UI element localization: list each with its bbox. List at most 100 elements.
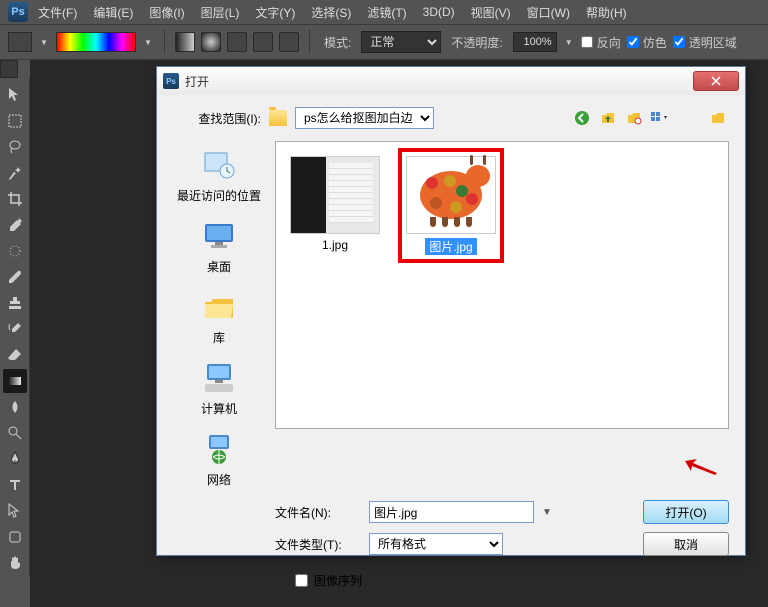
menu-3d[interactable]: 3D(D) (417, 3, 461, 21)
stamp-tool-icon[interactable] (3, 291, 27, 315)
gradient-radial-icon[interactable] (201, 32, 221, 52)
lasso-tool-icon[interactable] (3, 135, 27, 159)
cow-illustration (420, 171, 482, 219)
gradient-diamond-icon[interactable] (279, 32, 299, 52)
dodge-tool-icon[interactable] (3, 421, 27, 445)
dialog-titlebar[interactable]: Ps 打开 (157, 67, 745, 95)
menubar: Ps 文件(F) 编辑(E) 图像(I) 图层(L) 文字(Y) 选择(S) 滤… (0, 0, 768, 24)
toolbar (0, 78, 30, 576)
desktop-icon (199, 218, 239, 254)
view-icon (650, 110, 670, 126)
wand-tool-icon[interactable] (3, 161, 27, 185)
dropdown-icon[interactable]: ▼ (142, 36, 154, 48)
blur-tool-icon[interactable] (3, 395, 27, 419)
up-folder-icon (600, 110, 616, 126)
mode-select[interactable]: 正常 (361, 31, 441, 53)
gradient-linear-icon[interactable] (175, 32, 195, 52)
menu-view[interactable]: 视图(V) (465, 2, 517, 23)
place-desktop[interactable]: 桌面 (199, 218, 239, 275)
places-panel: 最近访问的位置 桌面 库 计算机 网络 (173, 141, 265, 488)
folder-icon (269, 110, 287, 126)
preview-icon (710, 110, 726, 126)
hand-tool-icon[interactable] (3, 551, 27, 575)
reverse-checkbox[interactable]: 反向 (581, 34, 621, 51)
dropdown-icon[interactable]: ▼ (38, 36, 50, 48)
menu-image[interactable]: 图像(I) (143, 2, 190, 23)
back-icon (574, 110, 590, 126)
options-bar: ▼ ▼ 模式: 正常 不透明度: ▼ 反向 仿色 透明区域 (0, 24, 768, 60)
place-computer[interactable]: 计算机 (199, 360, 239, 417)
image-sequence-checkbox[interactable] (295, 574, 308, 587)
place-network[interactable]: 网络 (199, 431, 239, 488)
open-button[interactable]: 打开(O) (643, 500, 729, 524)
dropdown-icon[interactable]: ▼ (563, 36, 575, 48)
move-tool-icon[interactable] (3, 83, 27, 107)
gradient-reflected-icon[interactable] (253, 32, 273, 52)
up-button[interactable] (597, 107, 619, 129)
dither-checkbox[interactable]: 仿色 (627, 34, 667, 51)
menu-filter[interactable]: 滤镜(T) (361, 2, 412, 23)
filename-input[interactable] (369, 501, 534, 523)
open-dialog: Ps 打开 查找范围(I): ps怎么给抠图加白边 (156, 66, 746, 556)
dialog-title: 打开 (185, 73, 209, 90)
filename-label: 文件名(N): (275, 504, 361, 521)
gradient-tool-icon[interactable] (3, 369, 27, 393)
close-button[interactable] (693, 71, 739, 91)
place-label: 库 (213, 329, 225, 346)
file-name: 图片.jpg (425, 238, 476, 255)
back-button[interactable] (571, 107, 593, 129)
menu-edit[interactable]: 编辑(E) (87, 2, 139, 23)
new-folder-icon (626, 110, 642, 126)
opacity-label: 不透明度: (451, 34, 502, 51)
eraser-tool-icon[interactable] (3, 343, 27, 367)
crop-tool-icon[interactable] (3, 187, 27, 211)
marquee-tool-icon[interactable] (3, 109, 27, 133)
new-folder-button[interactable] (623, 107, 645, 129)
place-libraries[interactable]: 库 (199, 289, 239, 346)
brush-tool-icon[interactable] (3, 265, 27, 289)
menu-window[interactable]: 窗口(W) (521, 2, 576, 23)
filetype-label: 文件类型(T): (275, 536, 361, 553)
place-label: 最近访问的位置 (177, 187, 261, 204)
gradient-swatch[interactable] (8, 32, 32, 52)
file-list[interactable]: 1.jpg 图片.jpg (275, 141, 729, 429)
menu-type[interactable]: 文字(Y) (249, 2, 301, 23)
menu-file[interactable]: 文件(F) (32, 2, 83, 23)
file-thumbnail (406, 156, 496, 234)
file-item[interactable]: 1.jpg (286, 152, 384, 256)
menu-layer[interactable]: 图层(L) (195, 2, 246, 23)
file-name: 1.jpg (322, 238, 348, 252)
toggle-preview-button[interactable] (707, 107, 729, 129)
transparency-checkbox[interactable]: 透明区域 (673, 34, 737, 51)
eyedropper-tool-icon[interactable] (3, 213, 27, 237)
cancel-button[interactable]: 取消 (643, 532, 729, 556)
ps-logo-icon: Ps (8, 2, 28, 22)
computer-icon (199, 360, 239, 396)
ps-icon: Ps (163, 73, 179, 89)
place-label: 网络 (207, 471, 231, 488)
filetype-select[interactable]: 所有格式 (369, 533, 503, 555)
dropdown-icon[interactable]: ▼ (542, 507, 546, 518)
libraries-icon (199, 289, 239, 325)
shape-tool-icon[interactable] (3, 525, 27, 549)
menu-help[interactable]: 帮助(H) (580, 2, 633, 23)
gradient-angle-icon[interactable] (227, 32, 247, 52)
menu-select[interactable]: 选择(S) (305, 2, 357, 23)
file-thumbnail (290, 156, 380, 234)
healing-tool-icon[interactable] (3, 239, 27, 263)
opacity-input[interactable] (513, 32, 557, 52)
file-item-selected[interactable]: 图片.jpg (402, 152, 500, 259)
view-menu-button[interactable] (649, 107, 671, 129)
path-select-icon[interactable] (3, 499, 27, 523)
mode-label: 模式: (324, 34, 351, 51)
separator (164, 30, 165, 54)
network-icon (199, 431, 239, 467)
lookin-label: 查找范围(I): (173, 110, 261, 127)
pen-tool-icon[interactable] (3, 447, 27, 471)
place-recent[interactable]: 最近访问的位置 (177, 147, 261, 204)
place-label: 计算机 (201, 400, 237, 417)
history-brush-icon[interactable] (3, 317, 27, 341)
gradient-preview[interactable] (56, 32, 136, 52)
type-tool-icon[interactable] (3, 473, 27, 497)
lookin-select[interactable]: ps怎么给抠图加白边 (295, 107, 434, 129)
